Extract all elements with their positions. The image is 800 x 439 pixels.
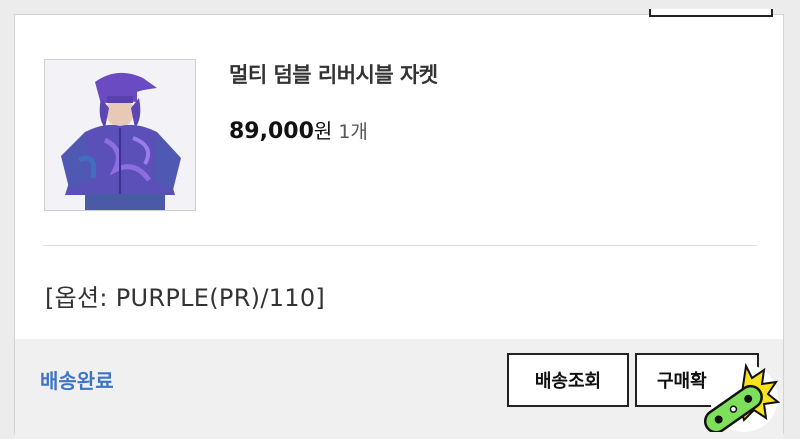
skateboard-sticker-icon: [694, 362, 781, 434]
product-image[interactable]: [44, 59, 196, 211]
delivery-status: 배송완료: [40, 369, 114, 393]
order-card: 멀티 덤블 리버시블 자켓 89,000원 1개 [옵션: PURPLE(PR)/…: [14, 9, 784, 439]
price-row: 89,000원 1개: [229, 115, 368, 144]
previous-button-edge[interactable]: [649, 9, 773, 17]
divider: [43, 245, 757, 246]
quantity: 1개: [338, 121, 368, 143]
price-unit: 원: [313, 119, 333, 143]
order-footer: 배송완료 배송조회 구매확: [15, 339, 783, 439]
option-text: [옵션: PURPLE(PR)/110]: [45, 284, 326, 312]
track-shipment-button[interactable]: 배송조회: [507, 353, 629, 407]
product-name[interactable]: 멀티 덤블 리버시블 자켓: [229, 59, 438, 89]
price-amount: 89,000: [229, 119, 314, 144]
